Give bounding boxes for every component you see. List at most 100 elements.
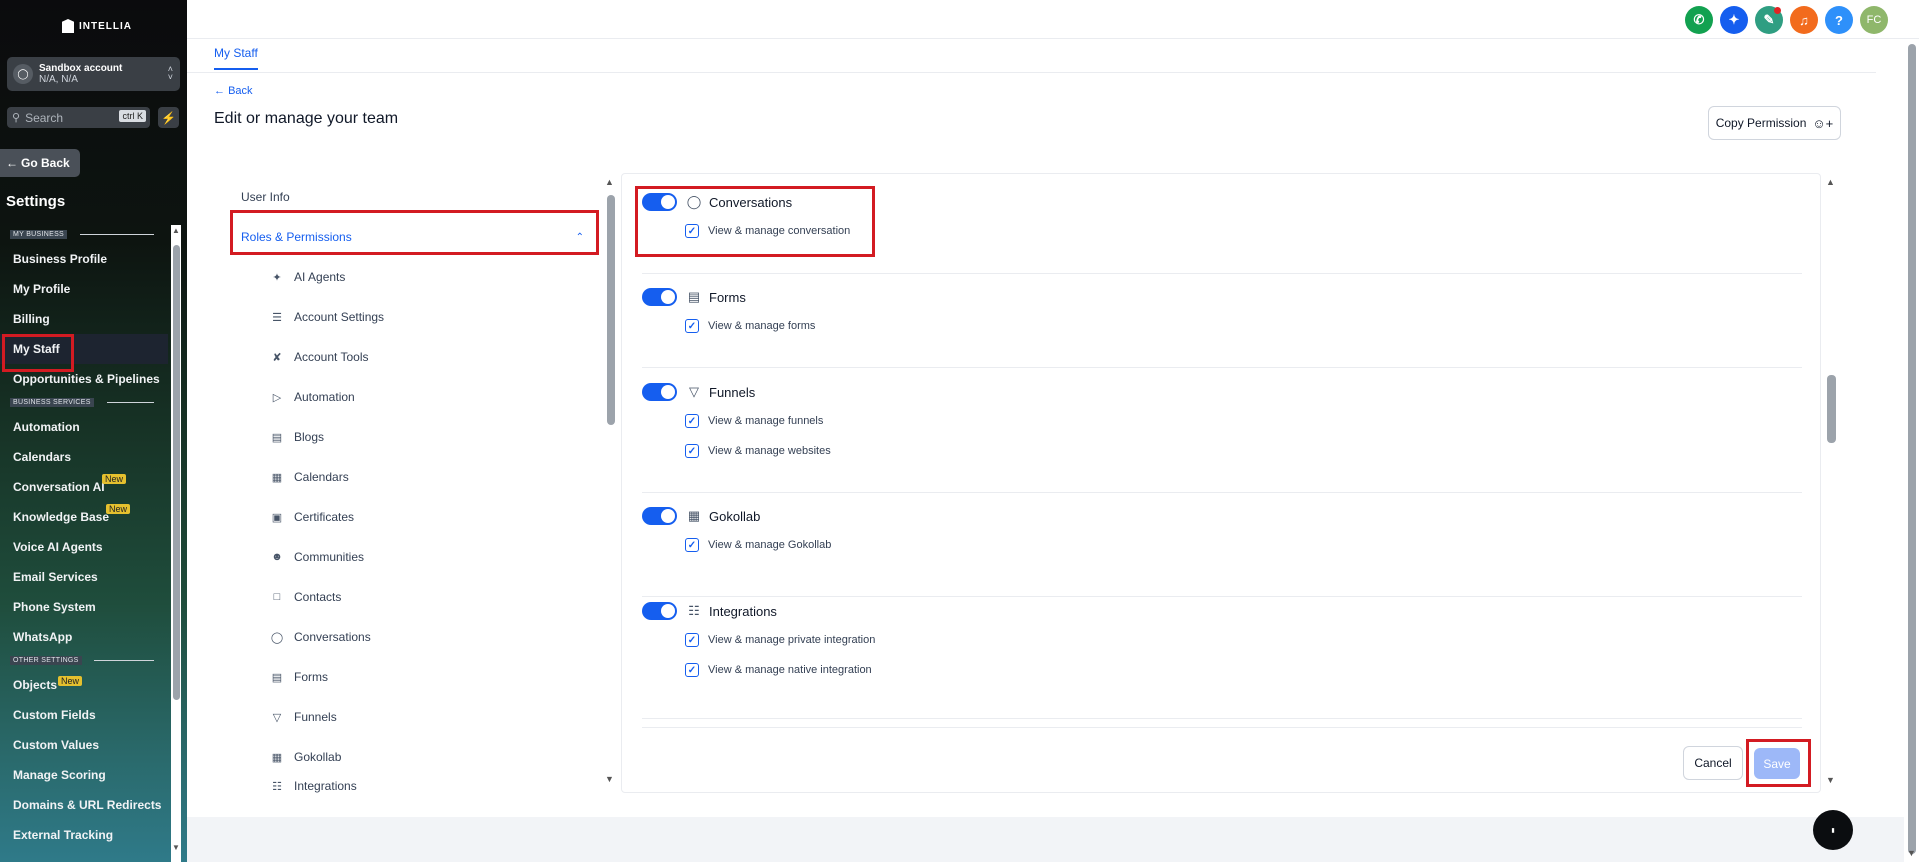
permission-row[interactable]: ✓ View & manage conversation [642, 216, 1802, 246]
nav-item-label: AI Agents [294, 270, 346, 284]
nav-scrollbar[interactable]: ▲ ▼ [604, 177, 618, 787]
nav-item-account-settings[interactable]: ☰ Account Settings [214, 297, 604, 337]
sidebar-item-my-staff[interactable]: My Staff [0, 334, 168, 364]
nav-item-ai-agents[interactable]: ✦ AI Agents [214, 257, 604, 297]
sidebar-item-business-profile[interactable]: Business Profile [0, 244, 168, 274]
scroll-down-icon[interactable]: ▼ [605, 774, 614, 784]
notifications-button[interactable]: ♫ [1790, 6, 1818, 34]
sidebar-item-knowledge-base[interactable]: Knowledge Base New [0, 502, 168, 532]
sidebar-item-custom-values[interactable]: Custom Values [0, 730, 168, 760]
go-back-button[interactable]: ← Go Back [0, 149, 80, 177]
new-badge: New [58, 676, 83, 686]
help-button[interactable]: ? [1825, 6, 1853, 34]
nav-user-info[interactable]: User Info [214, 177, 604, 217]
checkbox-checked-icon[interactable]: ✓ [685, 663, 699, 677]
nav-item-account-tools[interactable]: ✘ Account Tools [214, 337, 604, 377]
nav-item-blogs[interactable]: ▤ Blogs [214, 417, 604, 457]
checkbox-checked-icon[interactable]: ✓ [685, 319, 699, 333]
permission-group-integrations: ☷ Integrations ✓ View & manage private int… [642, 597, 1802, 719]
checkbox-checked-icon[interactable]: ✓ [685, 444, 699, 458]
nav-item-conversations[interactable]: ◯ Conversations [214, 617, 604, 657]
nav-item-label: Communities [294, 550, 365, 564]
chat-widget-button[interactable]: ▮ [1813, 810, 1853, 850]
account-switcher[interactable]: ◯ Sandbox account N/A, N/A ˄ ˅ [7, 57, 180, 91]
sidebar-item-phone-system[interactable]: Phone System [0, 592, 168, 622]
scroll-down-icon[interactable]: ▼ [172, 843, 180, 852]
nav-item-integrations[interactable]: ☷ Integrations [214, 777, 604, 793]
sidebar-scroll-thumb[interactable] [173, 245, 180, 700]
panel-scrollbar[interactable]: ▲ ▼ [1824, 177, 1838, 789]
scroll-up-icon[interactable]: ▲ [1826, 177, 1835, 187]
sidebar-item-calendars[interactable]: Calendars [0, 442, 168, 472]
form-icon: ▤ [271, 671, 283, 684]
scroll-down-icon[interactable]: ▼ [1907, 848, 1916, 858]
nav-item-automation[interactable]: ▷ Automation [214, 377, 604, 417]
permission-row[interactable]: ✓ View & manage funnels [642, 406, 1802, 436]
quick-action-button[interactable]: ⚡ [158, 107, 179, 128]
nav-item-forms[interactable]: ▤ Forms [214, 657, 604, 697]
sidebar: INTELLIA ◯ Sandbox account N/A, N/A ˄ ˅ ⚲… [0, 0, 187, 862]
ai-button[interactable]: ✦ [1720, 6, 1748, 34]
sidebar-scrollbar[interactable]: ▲ ▼ [171, 225, 181, 862]
sidebar-item-automation[interactable]: Automation [0, 412, 168, 442]
tab-my-staff[interactable]: My Staff [214, 46, 258, 70]
gokollab-toggle[interactable] [642, 507, 677, 525]
sidebar-item-billing[interactable]: Billing [0, 304, 168, 334]
funnels-toggle[interactable] [642, 383, 677, 401]
nav-item-gokollab[interactable]: ▦ Gokollab [214, 737, 604, 777]
save-button[interactable]: Save [1754, 748, 1800, 779]
nav-roles-permissions[interactable]: Roles & Permissions ⌃ [214, 217, 604, 257]
brand-logo[interactable]: INTELLIA [62, 19, 132, 33]
phone-button[interactable]: ✆ [1685, 6, 1713, 34]
forms-toggle[interactable] [642, 288, 677, 306]
search-box[interactable]: ⚲ Search ctrl K [7, 107, 150, 128]
nav-scroll-thumb[interactable] [607, 195, 615, 425]
scroll-up-icon[interactable]: ▲ [605, 177, 614, 187]
scroll-down-icon[interactable]: ▼ [1826, 775, 1835, 785]
permission-row[interactable]: ✓ View & manage native integration [642, 655, 1802, 685]
conversations-toggle[interactable] [642, 193, 677, 211]
permission-row[interactable]: ✓ View & manage private integration [642, 625, 1802, 655]
panel-scroll-thumb[interactable] [1827, 375, 1836, 443]
group-title: Gokollab [709, 508, 761, 524]
announcements-button[interactable]: ✎ [1755, 6, 1783, 34]
checkbox-checked-icon[interactable]: ✓ [685, 224, 699, 238]
user-avatar[interactable]: FC [1860, 6, 1888, 34]
permission-row[interactable]: ✓ View & manage Gokollab [642, 530, 1802, 560]
nav-item-communities[interactable]: ☻ Communities [214, 537, 604, 577]
sidebar-item-my-profile[interactable]: My Profile [0, 274, 168, 304]
nav-roles-label: Roles & Permissions [241, 230, 352, 244]
integrations-toggle[interactable] [642, 602, 677, 620]
building-icon: ▦ [687, 508, 701, 523]
checkbox-checked-icon[interactable]: ✓ [685, 538, 699, 552]
copy-permission-button[interactable]: Copy Permission ☺+ [1708, 106, 1841, 140]
chevron-up-icon: ⌃ [575, 231, 584, 243]
logo-icon [62, 19, 74, 33]
nav-item-calendars[interactable]: ▦ Calendars [214, 457, 604, 497]
permission-row[interactable]: ✓ View & manage websites [642, 436, 1802, 466]
page-scrollbar[interactable]: ▼ [1904, 40, 1919, 862]
sidebar-item-email-services[interactable]: Email Services [0, 562, 168, 592]
sidebar-item-external-tracking[interactable]: External Tracking [0, 820, 168, 850]
sidebar-item-conversation-ai[interactable]: Conversation AI New [0, 472, 168, 502]
checkbox-checked-icon[interactable]: ✓ [685, 414, 699, 428]
sidebar-item-whatsapp[interactable]: WhatsApp [0, 622, 168, 652]
sidebar-item-domains[interactable]: Domains & URL Redirects [0, 790, 168, 820]
permission-row[interactable]: ✓ View & manage forms [642, 311, 1802, 341]
checkbox-checked-icon[interactable]: ✓ [685, 633, 699, 647]
cancel-button[interactable]: Cancel [1683, 746, 1743, 780]
sidebar-item-manage-scoring[interactable]: Manage Scoring [0, 760, 168, 790]
notification-dot [1774, 7, 1781, 14]
nav-item-contacts[interactable]: □ Contacts [214, 577, 604, 617]
search-icon: ⚲ [12, 112, 21, 124]
sidebar-item-voice-ai-agents[interactable]: Voice AI Agents [0, 532, 168, 562]
page-scroll-thumb[interactable] [1908, 44, 1916, 854]
nav-item-funnels[interactable]: ▽ Funnels [214, 697, 604, 737]
nav-item-certificates[interactable]: ▣ Certificates [214, 497, 604, 537]
sidebar-item-custom-fields[interactable]: Custom Fields [0, 700, 168, 730]
sidebar-item-objects[interactable]: Objects New [0, 670, 168, 700]
group-title: Forms [709, 289, 746, 305]
sidebar-item-opportunities[interactable]: Opportunities & Pipelines [0, 364, 168, 394]
back-link[interactable]: ← Back [214, 85, 253, 97]
scroll-up-icon[interactable]: ▲ [172, 226, 180, 235]
